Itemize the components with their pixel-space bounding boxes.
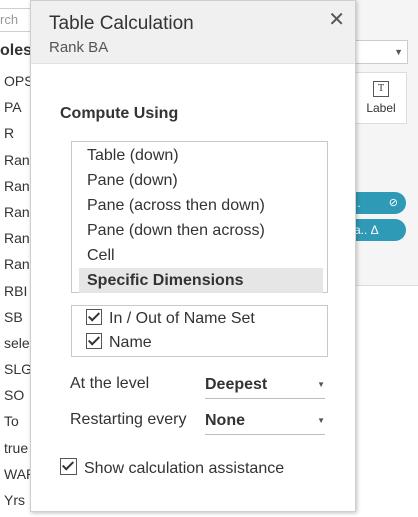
close-icon[interactable]: ✕ (328, 9, 345, 31)
text-label-icon: T (373, 81, 389, 97)
compute-option-table-down[interactable]: Table (down) (79, 143, 323, 168)
compute-option-pane-down[interactable]: Pane (down) (79, 168, 323, 193)
link-icon: ⊘ (388, 197, 398, 209)
chevron-down-icon: ▼ (317, 380, 325, 389)
checkbox-checked-icon[interactable] (86, 333, 102, 349)
label-button-text: Label (366, 101, 396, 115)
checkbox-checked-icon[interactable] (86, 309, 102, 325)
mark-type-dropdown[interactable]: ▼ (350, 40, 408, 64)
dimension-list: In / Out of Name Set Name (71, 305, 328, 357)
compute-using-heading: Compute Using (60, 105, 179, 122)
show-calculation-assistance-checkbox[interactable]: Show calculation assistance (60, 458, 284, 478)
checkbox-checked-icon[interactable] (60, 458, 77, 475)
compute-option-cell[interactable]: Cell (79, 243, 323, 268)
dimension-in-out-of-name-set[interactable]: In / Out of Name Set (86, 307, 255, 331)
table-calculation-dialog: Table Calculation Rank BA ✕ Compute Usin… (30, 0, 356, 512)
at-the-level-select[interactable]: Deepest ▼ (205, 374, 325, 399)
dialog-title: Table Calculation (49, 13, 194, 34)
label-button[interactable]: T Label (355, 72, 407, 124)
dimension-name[interactable]: Name (86, 331, 152, 355)
compute-option-specific-dimensions[interactable]: Specific Dimensions (79, 268, 323, 293)
compute-option-pane-across-then-down[interactable]: Pane (across then down) (79, 193, 323, 218)
tables-heading: oles (0, 42, 32, 59)
at-the-level-label: At the level (70, 375, 150, 392)
restarting-every-label: Restarting every (70, 411, 187, 428)
compute-option-pane-down-then-across[interactable]: Pane (down then across) (79, 218, 323, 243)
dialog-subtitle: Rank BA (49, 39, 109, 56)
restarting-every-select[interactable]: None ▼ (205, 410, 325, 435)
chevron-down-icon: ▼ (317, 416, 325, 425)
search-input[interactable]: rch (0, 8, 31, 32)
compute-using-list: Table (down) Pane (down) Pane (across th… (71, 141, 328, 293)
dialog-header: Table Calculation Rank BA ✕ (31, 1, 355, 64)
chevron-down-icon: ▼ (394, 47, 403, 57)
